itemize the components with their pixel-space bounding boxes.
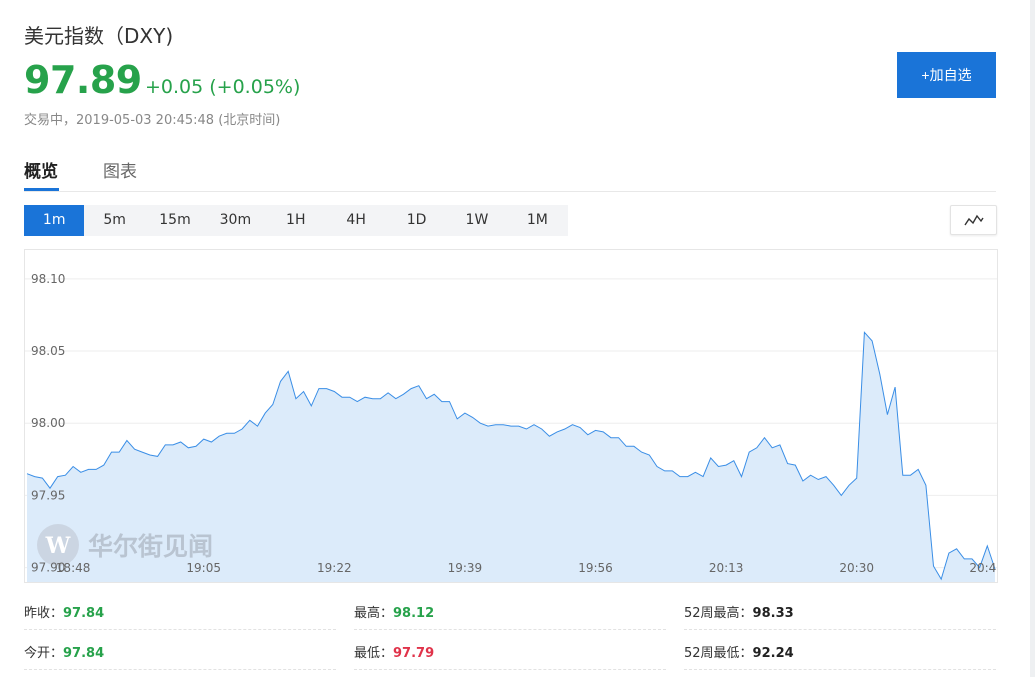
stat-value: 98.12 — [393, 606, 435, 621]
stat-value: 97.84 — [63, 646, 105, 661]
interval-15m[interactable]: 15m — [145, 205, 205, 236]
trading-status: 交易中，2019-05-03 20:45:48 (北京时间) — [24, 113, 281, 128]
y-tick-label: 98.00 — [31, 416, 65, 430]
interval-30m[interactable]: 30m — [205, 205, 265, 236]
stat-value: 92.24 — [752, 646, 794, 661]
stat-label: 今开： — [24, 646, 64, 661]
stat-value: 97.79 — [393, 646, 435, 661]
stat-label: 最高： — [354, 606, 394, 621]
stat-high: 最高：98.12 — [354, 589, 666, 630]
stat-label: 52周最低： — [684, 646, 753, 661]
stat-prev-close: 昨收：97.84 — [24, 589, 336, 630]
x-tick-label: 20:13 — [709, 561, 744, 575]
x-tick-label: 19:22 — [317, 561, 352, 575]
y-tick-label: 98.05 — [31, 344, 65, 358]
stat-52w-low: 52周最低：92.24 — [684, 629, 996, 670]
y-tick-label: 97.95 — [31, 488, 65, 502]
price-chart-svg: W 华尔街见闻 98.1098.0598.0097.9597.90 18:48 1… — [25, 272, 997, 582]
interval-1w[interactable]: 1W — [447, 205, 507, 236]
x-tick-label: 19:05 — [186, 561, 221, 575]
interval-1d[interactable]: 1D — [386, 205, 446, 236]
interval-4h[interactable]: 4H — [326, 205, 386, 236]
interval-1m[interactable]: 1m — [24, 205, 85, 236]
add-to-watchlist-button[interactable]: +加自选 — [897, 52, 996, 98]
stat-low: 最低：97.79 — [354, 629, 666, 670]
stat-label: 最低： — [354, 646, 394, 661]
page-scrollbar[interactable] — [1030, 0, 1035, 677]
stat-label: 昨收： — [24, 606, 64, 621]
interval-5m[interactable]: 5m — [84, 205, 144, 236]
stat-52w-high: 52周最高：98.33 — [684, 589, 996, 630]
x-tick-label: 19:39 — [448, 561, 483, 575]
line-chart-icon — [963, 214, 984, 226]
active-tab-indicator — [24, 188, 59, 191]
current-price: 97.89 — [24, 58, 142, 102]
page-title: 美元指数（DXY) — [24, 24, 174, 48]
stat-open: 今开：97.84 — [24, 629, 336, 670]
svg-text:W: W — [45, 533, 71, 559]
tab-bar: 概览 图表 — [24, 150, 996, 192]
tab-chart[interactable]: 图表 — [103, 157, 137, 182]
x-tick-label: 19:56 — [578, 561, 613, 575]
price-change: +0.05 (+0.05%) — [145, 76, 301, 98]
interval-selector: 1m 5m 15m 30m 1H 4H 1D 1W 1M — [24, 205, 568, 236]
x-tick-label: 18:48 — [56, 561, 91, 575]
stat-label: 52周最高： — [684, 606, 753, 621]
tab-overview[interactable]: 概览 — [24, 157, 58, 182]
x-tick-label: 20:30 — [839, 561, 874, 575]
interval-1h[interactable]: 1H — [266, 205, 326, 236]
watermark-text: 华尔街见闻 — [88, 532, 213, 561]
chart-type-button[interactable] — [950, 205, 997, 235]
x-tick-label: 20:4 — [969, 561, 996, 575]
interval-1mo[interactable]: 1M — [507, 205, 567, 236]
y-tick-label: 98.10 — [31, 272, 65, 286]
stat-value: 97.84 — [63, 606, 105, 621]
stat-value: 98.33 — [752, 606, 794, 621]
price-chart: W 华尔街见闻 98.10 98.05 98.00 97.95 97.90 18:48 1… — [24, 249, 998, 583]
